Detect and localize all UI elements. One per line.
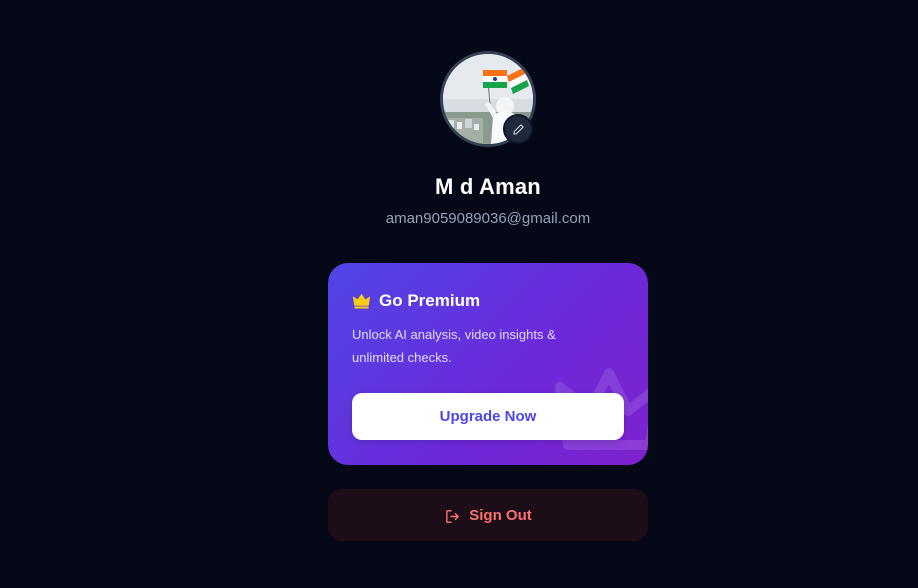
pencil-icon	[512, 123, 524, 135]
user-name: M d Aman	[435, 174, 541, 199]
premium-title: Go Premium	[379, 291, 481, 310]
upgrade-now-button[interactable]: Upgrade Now	[352, 393, 624, 440]
premium-card: Go Premium Unlock AI analysis, video ins…	[328, 263, 648, 465]
user-email: aman9059089036@gmail.com	[385, 210, 591, 227]
sign-out-button[interactable]: Sign Out	[328, 489, 648, 541]
premium-title-row: Go Premium	[352, 291, 480, 311]
sign-out-icon	[446, 509, 460, 523]
premium-description: Unlock AI analysis, video insights & unl…	[352, 327, 556, 365]
profile-page: M d Aman aman9059089036@gmail.com Go Pre…	[0, 0, 918, 588]
avatar-container	[440, 51, 536, 147]
sign-out-label: Sign Out	[469, 506, 532, 524]
edit-avatar-button[interactable]	[503, 114, 533, 144]
crown-icon	[352, 293, 371, 309]
